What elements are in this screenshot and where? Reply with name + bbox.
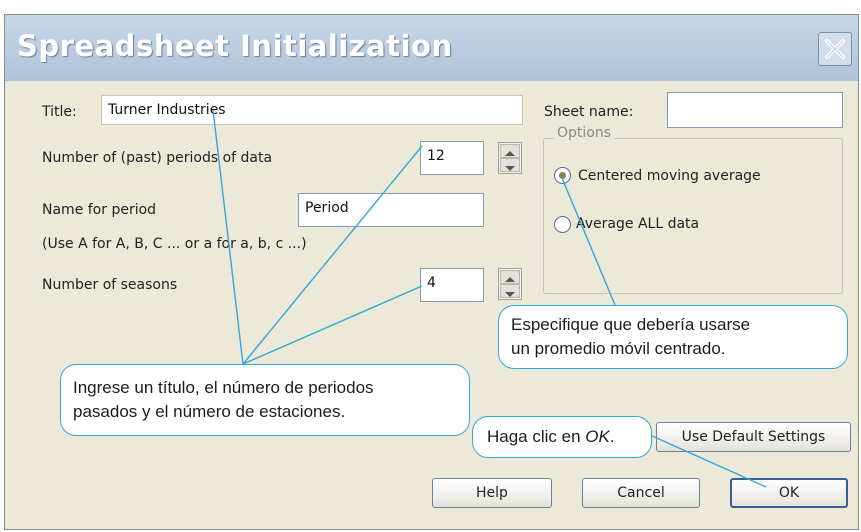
option-callout-line1: Especifique que debería usarse (511, 315, 751, 334)
sheet-name-input[interactable] (667, 92, 843, 128)
spin-down-icon[interactable] (500, 158, 520, 172)
sheet-name-label: Sheet name: (544, 104, 634, 120)
dialog-titlebar: Spreadsheet Initialization (5, 15, 858, 81)
periods-input[interactable]: 12 (420, 141, 484, 175)
close-button[interactable] (818, 32, 852, 66)
cancel-button[interactable]: Cancel (582, 478, 700, 508)
ok-callout-emphasis: OK (585, 427, 610, 446)
period-name-input[interactable]: Period (298, 193, 484, 227)
inputs-callout-line1: Ingrese un título, el número de periodos (73, 378, 374, 397)
options-group-title: Options (554, 125, 615, 141)
periods-label: Number of (past) periods of data (42, 150, 273, 166)
title-input[interactable]: Turner Industries (101, 95, 523, 125)
ok-button[interactable]: OK (730, 478, 848, 508)
spin-down-icon[interactable] (500, 284, 520, 298)
ok-callout: Haga clic en OK. (472, 416, 652, 458)
option-callout: Especifique que debería usarse un promed… (498, 305, 848, 369)
average-all-radio[interactable] (554, 216, 571, 233)
title-label: Title: (42, 104, 77, 120)
centered-label[interactable]: Centered moving average (578, 168, 761, 184)
seasons-input[interactable]: 4 (420, 268, 484, 302)
close-icon (825, 39, 845, 59)
inputs-callout: Ingrese un título, el número de periodos… (60, 364, 470, 436)
period-hint: (Use A for A, B, C ... or a for a, b, c … (42, 236, 307, 252)
inputs-callout-line2: pasados y el número de estaciones. (73, 402, 346, 421)
periods-spinner[interactable] (498, 142, 522, 174)
average-all-label[interactable]: Average ALL data (576, 216, 699, 232)
spin-up-icon[interactable] (500, 144, 520, 158)
seasons-label: Number of seasons (42, 277, 178, 293)
dialog-title: Spreadsheet Initialization (17, 29, 453, 63)
option-callout-line2: un promedio móvil centrado. (511, 339, 726, 358)
period-name-label: Name for period (42, 202, 157, 218)
seasons-spinner[interactable] (498, 268, 522, 300)
spin-up-icon[interactable] (500, 270, 520, 284)
radio-selected-dot (559, 172, 566, 179)
use-default-settings-button[interactable]: Use Default Settings (656, 422, 851, 452)
ok-callout-prefix: Haga clic en (487, 427, 586, 446)
help-button[interactable]: Help (432, 478, 552, 508)
centered-radio[interactable] (554, 167, 571, 184)
ok-callout-suffix: . (609, 427, 615, 446)
